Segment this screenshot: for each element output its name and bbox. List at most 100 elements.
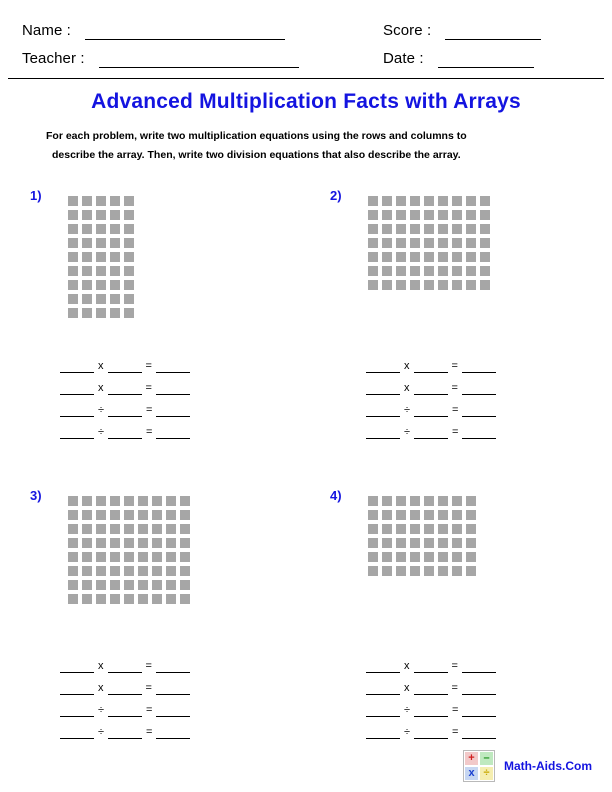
equals-symbol: = [146, 726, 153, 738]
answer-blank[interactable] [414, 703, 449, 717]
answer-blank[interactable] [60, 725, 94, 739]
array-cell [452, 496, 462, 506]
answer-blank[interactable] [156, 703, 191, 717]
answer-blank[interactable] [366, 681, 400, 695]
array-cell [410, 538, 420, 548]
array-cell [82, 552, 92, 562]
answer-blank[interactable] [155, 381, 190, 395]
array-cell [138, 510, 148, 520]
array-cell [82, 308, 92, 318]
array-cell [368, 210, 378, 220]
date-input-blank[interactable] [437, 52, 534, 68]
answer-blank[interactable] [462, 725, 497, 739]
answer-blank[interactable] [156, 425, 191, 439]
array-row [68, 496, 194, 510]
answer-blank[interactable] [461, 659, 496, 673]
array-grid-1 [68, 196, 138, 322]
answer-blank[interactable] [462, 703, 497, 717]
answer-blank[interactable] [366, 725, 400, 739]
array-cell [480, 238, 490, 248]
answer-blank[interactable] [413, 659, 448, 673]
answer-blank[interactable] [414, 725, 449, 739]
problem-number-2: 2) [330, 188, 342, 203]
array-cell [68, 496, 78, 506]
answer-blank[interactable] [366, 425, 400, 439]
array-cell [452, 510, 462, 520]
answer-blank[interactable] [107, 681, 142, 695]
answer-blank[interactable] [60, 681, 94, 695]
array-cell [396, 210, 406, 220]
answer-blank[interactable] [461, 359, 496, 373]
array-cell [368, 266, 378, 276]
answer-blank[interactable] [413, 681, 448, 695]
teacher-label: Teacher : [22, 50, 85, 67]
array-cell [438, 280, 448, 290]
answer-blank[interactable] [155, 359, 190, 373]
array-cell [166, 566, 176, 576]
array-cell [96, 566, 106, 576]
array-cell [466, 280, 476, 290]
equation-row: x = [366, 351, 496, 373]
answer-blank[interactable] [462, 425, 497, 439]
array-cell [124, 224, 134, 234]
array-cell [96, 252, 106, 262]
name-input-blank[interactable] [84, 24, 285, 40]
teacher-input-blank[interactable] [98, 52, 299, 68]
array-cell [68, 238, 78, 248]
array-cell [438, 552, 448, 562]
answer-blank[interactable] [461, 681, 496, 695]
answer-blank[interactable] [60, 359, 94, 373]
array-cell [466, 266, 476, 276]
score-input-blank[interactable] [445, 24, 542, 40]
array-row [68, 238, 138, 252]
operator-symbol: x [98, 360, 104, 372]
array-cell [166, 594, 176, 604]
answer-blank[interactable] [60, 703, 94, 717]
worksheet-header: Name : Teacher : Score : Date : [0, 8, 612, 70]
answer-blank[interactable] [108, 425, 143, 439]
answer-blank[interactable] [413, 381, 448, 395]
answer-blank[interactable] [60, 425, 94, 439]
page-title: Advanced Multiplication Facts with Array… [91, 90, 521, 113]
array-cell [138, 524, 148, 534]
answer-blank[interactable] [60, 659, 94, 673]
array-cell [152, 566, 162, 576]
answer-blank[interactable] [107, 381, 142, 395]
array-cell [396, 566, 406, 576]
array-cell [82, 496, 92, 506]
answer-blank[interactable] [156, 403, 191, 417]
answer-blank[interactable] [107, 359, 142, 373]
answer-blank[interactable] [414, 425, 449, 439]
site-url[interactable]: Math-Aids.Com [504, 759, 592, 773]
array-row [368, 238, 494, 252]
array-cell [368, 566, 378, 576]
answer-blank[interactable] [107, 659, 142, 673]
answer-blank[interactable] [60, 381, 94, 395]
answer-blank[interactable] [461, 381, 496, 395]
answer-blank[interactable] [108, 725, 143, 739]
array-cell [466, 510, 476, 520]
answer-blank[interactable] [155, 659, 190, 673]
answer-blank[interactable] [155, 681, 190, 695]
answer-blank[interactable] [414, 403, 449, 417]
answer-blank[interactable] [366, 703, 400, 717]
answer-blank[interactable] [366, 359, 400, 373]
array-cell [452, 238, 462, 248]
array-cell [124, 538, 134, 548]
answer-blank[interactable] [108, 403, 143, 417]
date-label: Date : [383, 50, 424, 67]
answer-blank[interactable] [366, 659, 400, 673]
answer-blank[interactable] [366, 381, 400, 395]
answer-blank[interactable] [108, 703, 143, 717]
equals-symbol: = [145, 682, 152, 694]
answer-blank[interactable] [413, 359, 448, 373]
array-cell [68, 224, 78, 234]
answer-blank[interactable] [156, 725, 191, 739]
equals-symbol: = [145, 360, 152, 372]
array-cell [110, 266, 120, 276]
array-cell [396, 266, 406, 276]
array-cell [110, 210, 120, 220]
answer-blank[interactable] [462, 403, 497, 417]
answer-blank[interactable] [366, 403, 400, 417]
answer-blank[interactable] [60, 403, 94, 417]
